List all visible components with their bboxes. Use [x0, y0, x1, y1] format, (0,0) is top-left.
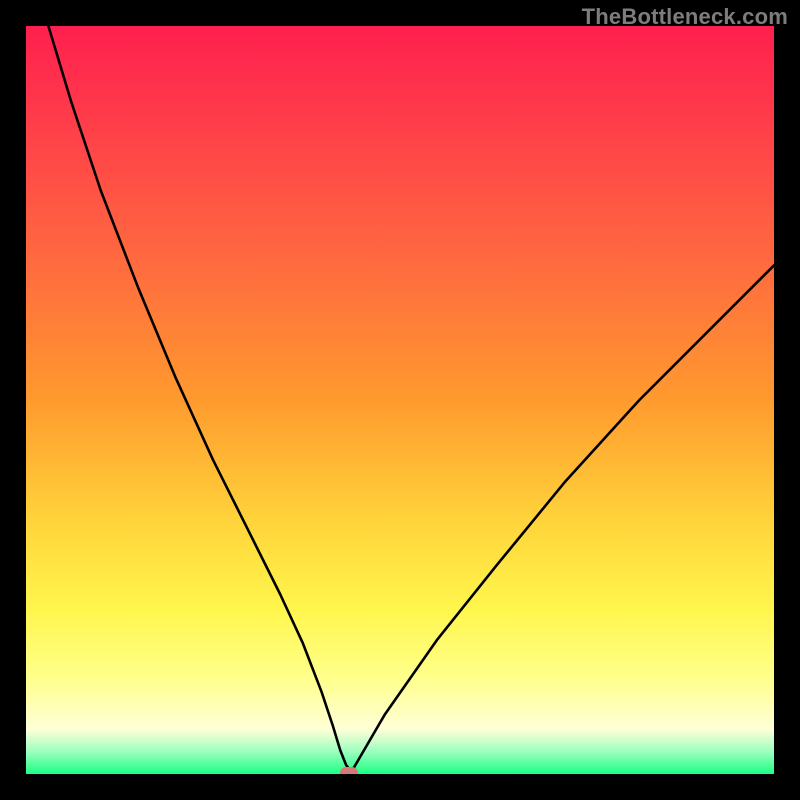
bottleneck-curve	[26, 26, 774, 774]
curve-path	[48, 26, 774, 772]
chart-frame: TheBottleneck.com	[0, 0, 800, 800]
optimal-point-marker	[340, 767, 358, 775]
plot-area	[26, 26, 774, 774]
